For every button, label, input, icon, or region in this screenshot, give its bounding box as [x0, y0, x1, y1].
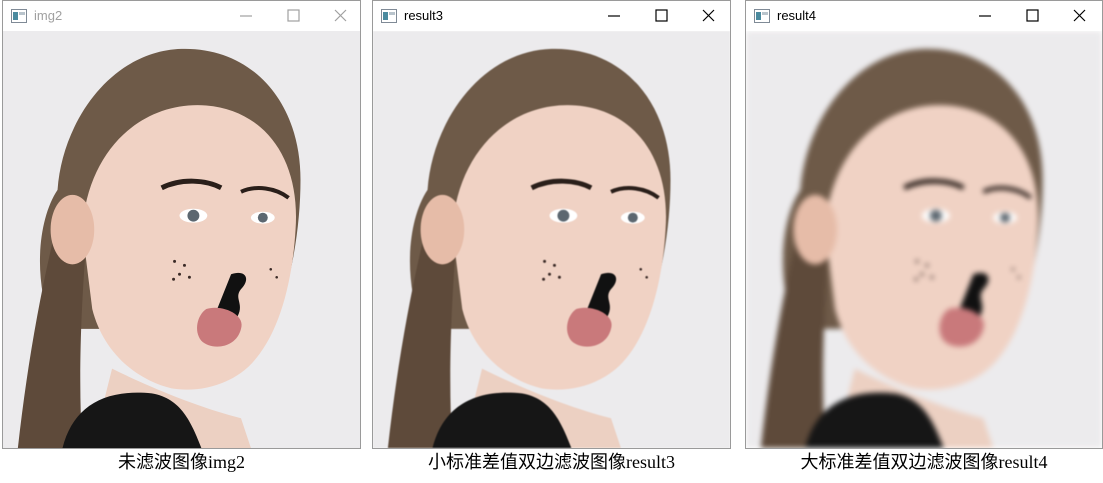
portrait-photo	[3, 31, 360, 448]
close-icon	[1073, 9, 1086, 22]
close-button[interactable]	[1070, 7, 1088, 25]
portrait-photo	[746, 31, 1102, 448]
window-result3[interactable]: result3	[372, 0, 731, 449]
window-title: img2	[34, 8, 63, 23]
minimize-icon	[240, 15, 252, 17]
panel-img2: img2 未滤波图像img2	[2, 0, 361, 483]
image-caption: 大标准差值双边滤波图像result4	[800, 452, 1048, 472]
maximize-icon	[287, 9, 300, 22]
window-img2[interactable]: img2	[2, 0, 361, 449]
panel-result3: result3 小标准差值双边滤波图像result3	[372, 0, 731, 483]
minimize-icon	[608, 15, 620, 17]
minimize-button[interactable]	[976, 7, 994, 25]
window-titlebar[interactable]: result3	[373, 1, 730, 31]
image-view	[746, 31, 1102, 448]
maximize-icon	[655, 9, 668, 22]
image-view	[373, 31, 730, 448]
image-caption: 小标准差值双边滤波图像result3	[428, 452, 675, 472]
window-titlebar[interactable]: img2	[3, 1, 360, 31]
window-result4[interactable]: result4	[745, 0, 1103, 449]
close-icon	[334, 9, 347, 22]
window-title: result4	[777, 8, 817, 23]
maximize-button[interactable]	[284, 7, 302, 25]
window-app-icon	[381, 9, 397, 23]
maximize-button[interactable]	[652, 7, 670, 25]
window-app-icon	[754, 9, 770, 23]
close-button[interactable]	[331, 7, 349, 25]
minimize-icon	[979, 15, 991, 17]
window-titlebar[interactable]: result4	[746, 1, 1102, 31]
close-icon	[702, 9, 715, 22]
window-title: result3	[404, 8, 444, 23]
panel-result4: result4 大标准差值双边滤波图像result4	[745, 0, 1103, 483]
maximize-icon	[1026, 9, 1039, 22]
close-button[interactable]	[699, 7, 717, 25]
minimize-button[interactable]	[237, 7, 255, 25]
maximize-button[interactable]	[1023, 7, 1041, 25]
image-caption: 未滤波图像img2	[117, 452, 245, 472]
image-view	[3, 31, 360, 448]
minimize-button[interactable]	[605, 7, 623, 25]
window-app-icon	[11, 9, 27, 23]
portrait-photo	[373, 31, 730, 448]
